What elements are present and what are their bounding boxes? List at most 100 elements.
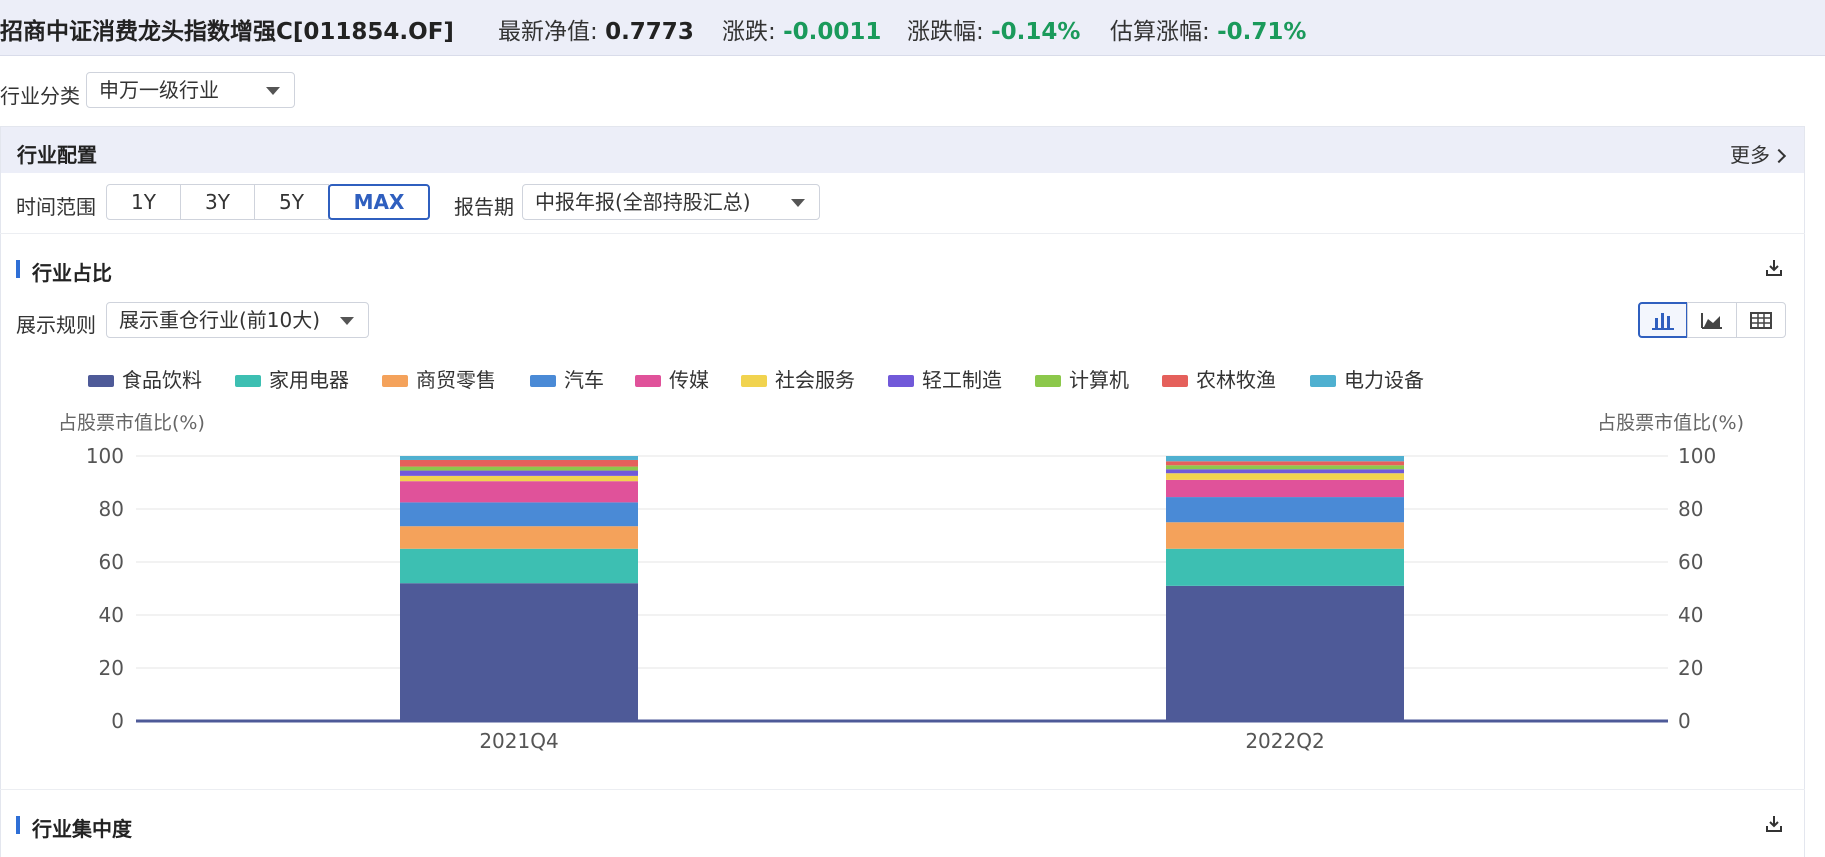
bar-segment: [1166, 548, 1404, 586]
bar-segment: [400, 583, 638, 721]
range-1y-button[interactable]: 1Y: [106, 184, 181, 220]
legend-label: 轻工制造: [922, 368, 1002, 392]
table-icon: [1750, 312, 1772, 329]
bar-segment: [400, 502, 638, 527]
bar-segment: [400, 548, 638, 584]
y-tick-label-right: 100: [1678, 444, 1716, 468]
y-tick-label-right: 0: [1678, 709, 1691, 733]
panel-title: 行业配置: [17, 143, 97, 167]
legend-item[interactable]: 计算机: [1035, 364, 1129, 392]
legend-label: 农林牧渔: [1196, 368, 1276, 392]
bar-segment: [400, 481, 638, 503]
y-tick-label-left: 0: [111, 709, 124, 733]
nav-value: 0.7773: [605, 19, 694, 45]
legend-label: 传媒: [669, 368, 709, 392]
bar-segment: [400, 456, 638, 460]
legend-swatch: [1035, 375, 1061, 387]
change-value: -0.0011: [783, 19, 882, 45]
bar-chart-icon: [1652, 313, 1674, 330]
legend-item[interactable]: 轻工制造: [888, 364, 1002, 392]
chevron-down-icon: [266, 87, 280, 95]
y-tick-label-left: 80: [99, 497, 124, 521]
industry-class-value: 申万一级行业: [99, 78, 219, 102]
bar-segment: [1166, 469, 1404, 474]
est-stat: 估算涨幅: -0.71%: [1110, 12, 1306, 46]
area-view-toggle[interactable]: [1687, 302, 1737, 338]
legend-label: 家用电器: [269, 368, 349, 392]
legend-swatch: [741, 375, 767, 387]
legend-swatch: [1162, 375, 1188, 387]
y-axis-title-left: 占股票市值比(%): [58, 412, 205, 434]
chevron-right-icon: [1771, 148, 1787, 164]
fund-header: 招商中证消费龙头指数增强C[011854.OF] 最新净值: 0.7773 涨跌…: [0, 0, 1825, 56]
bar-segment: [1166, 497, 1404, 523]
table-view-toggle[interactable]: [1736, 302, 1786, 338]
legend-item[interactable]: 传媒: [635, 364, 709, 392]
download-icon[interactable]: [1764, 814, 1784, 834]
bar-segment: [400, 470, 638, 476]
report-period-value: 中报年报(全部持股汇总): [535, 190, 751, 214]
y-tick-label-left: 100: [86, 444, 124, 468]
report-period-select[interactable]: 中报年报(全部持股汇总): [522, 184, 820, 220]
industry-class-select[interactable]: 申万一级行业: [86, 72, 295, 108]
est-label: 估算涨幅:: [1110, 19, 1218, 45]
legend-item[interactable]: 商贸零售: [382, 364, 496, 392]
time-range-label: 时间范围: [16, 195, 96, 219]
chevron-down-icon: [340, 317, 354, 325]
legend-label: 电力设备: [1344, 368, 1424, 392]
more-label: 更多: [1730, 143, 1770, 167]
legend-swatch: [382, 375, 408, 387]
range-5y-button[interactable]: 5Y: [254, 184, 329, 220]
legend-label: 商贸零售: [416, 368, 496, 392]
bar-segment: [1166, 479, 1404, 498]
divider: [0, 789, 1805, 790]
y-tick-label-right: 80: [1678, 497, 1703, 521]
download-icon[interactable]: [1764, 258, 1784, 278]
bar-segment: [1166, 585, 1404, 721]
section-title-concentration: 行业集中度: [16, 813, 132, 842]
display-rule-label: 展示规则: [16, 313, 96, 337]
legend-item[interactable]: 食品饮料: [88, 364, 202, 392]
y-tick-label-left: 40: [99, 603, 124, 627]
more-link[interactable]: 更多: [1730, 139, 1787, 168]
y-axis-title-right: 占股票市值比(%): [1597, 412, 1744, 434]
y-tick-label-right: 60: [1678, 550, 1703, 574]
change-pct-value: -0.14%: [991, 19, 1081, 45]
x-tick-label: 2022Q2: [1245, 729, 1324, 753]
x-tick-label: 2021Q4: [479, 729, 558, 753]
legend-swatch: [635, 375, 661, 387]
fund-name: 招商中证消费龙头指数增强C[011854.OF]: [0, 19, 454, 45]
bar-segment: [1166, 465, 1404, 470]
bar-segment: [400, 526, 638, 549]
industry-class-label: 行业分类: [0, 84, 80, 108]
legend-swatch: [88, 375, 114, 387]
legend-item[interactable]: 农林牧渔: [1162, 364, 1276, 392]
nav-stat: 最新净值: 0.7773: [498, 12, 694, 46]
legend-label: 食品饮料: [122, 368, 202, 392]
display-rule-select[interactable]: 展示重仓行业(前10大): [106, 302, 369, 338]
legend-item[interactable]: 电力设备: [1310, 364, 1424, 392]
bar-segment: [400, 466, 638, 471]
legend-swatch: [235, 375, 261, 387]
change-stat: 涨跌: -0.0011: [722, 12, 881, 46]
legend-item[interactable]: 汽车: [530, 364, 604, 392]
bar-segment: [400, 475, 638, 482]
change-pct-stat: 涨跌幅: -0.14%: [907, 12, 1080, 46]
legend-label: 社会服务: [775, 368, 855, 392]
bar-segment: [400, 459, 638, 467]
y-tick-label-right: 20: [1678, 656, 1703, 680]
legend-label: 汽车: [564, 368, 604, 392]
y-tick-label-left: 20: [99, 656, 124, 680]
range-max-button[interactable]: MAX: [328, 184, 430, 220]
legend-item[interactable]: 社会服务: [741, 364, 855, 392]
section-title-share: 行业占比: [16, 257, 112, 286]
report-period-label: 报告期: [454, 195, 514, 219]
legend-label: 计算机: [1069, 368, 1129, 392]
industry-share-chart: 占股票市值比(%) 占股票市值比(%) 0 0 20 20 40 40 60 60 80 80 100 1…: [58, 412, 1744, 753]
display-rule-value: 展示重仓行业(前10大): [119, 308, 321, 332]
legend-swatch: [1310, 375, 1336, 387]
bar-view-toggle[interactable]: [1638, 302, 1688, 338]
range-3y-button[interactable]: 3Y: [180, 184, 255, 220]
divider: [0, 233, 1805, 234]
legend-item[interactable]: 家用电器: [235, 364, 349, 392]
